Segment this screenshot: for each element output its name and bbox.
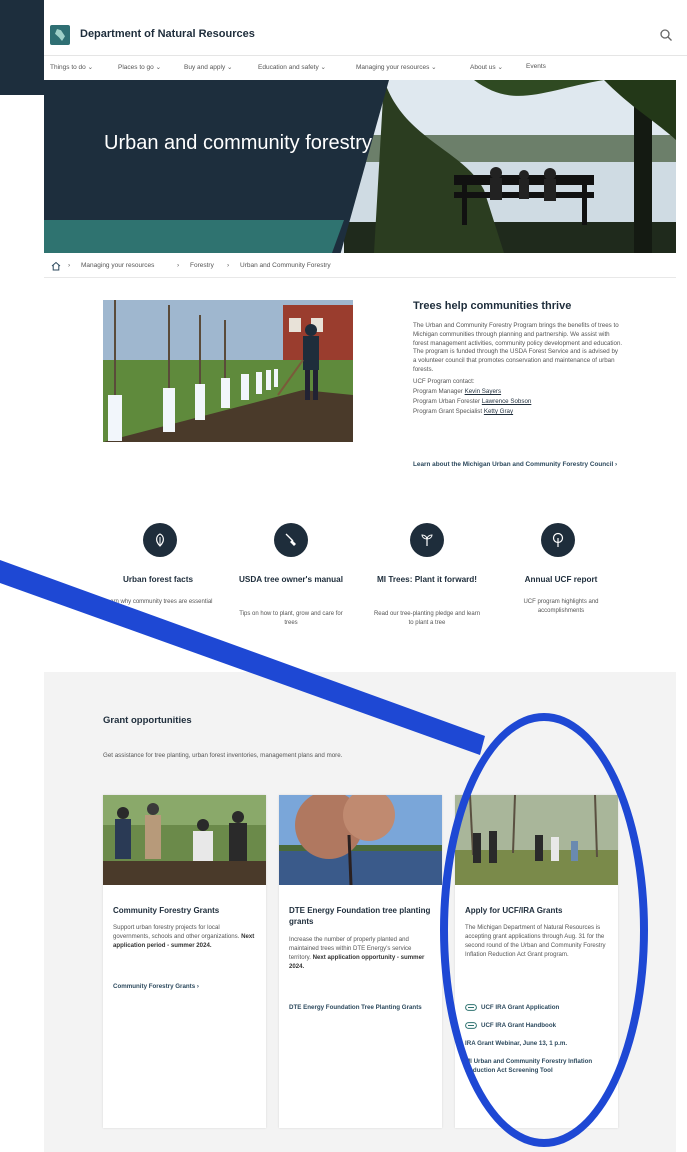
annotation-circle xyxy=(440,713,648,1147)
